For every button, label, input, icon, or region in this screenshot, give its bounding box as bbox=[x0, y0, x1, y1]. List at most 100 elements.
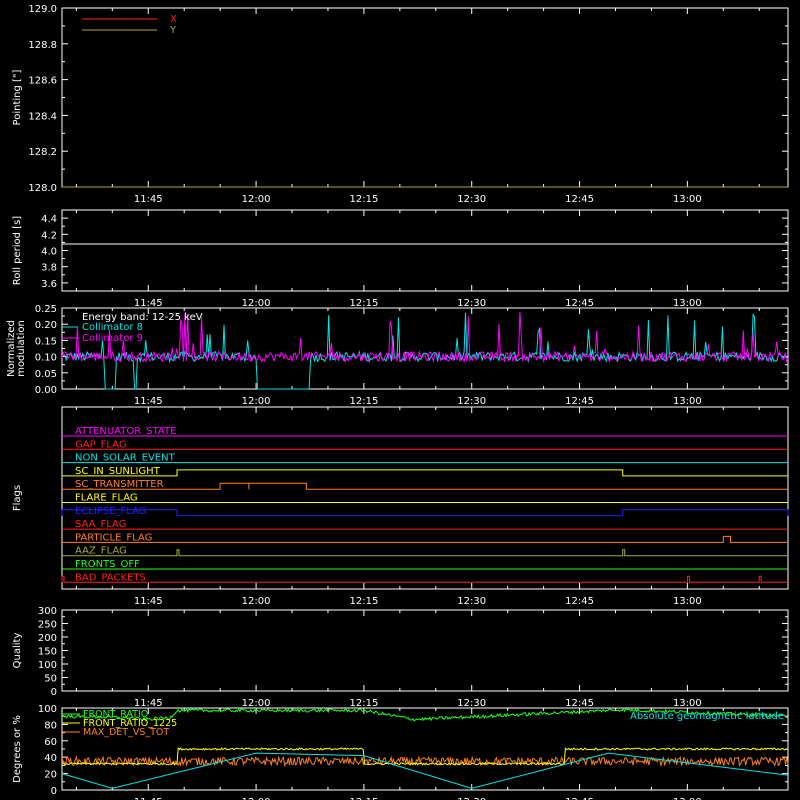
x-tick-label: 12:00 bbox=[242, 298, 271, 309]
flag-label: SAA_FLAG bbox=[75, 519, 126, 530]
flag-line bbox=[61, 575, 788, 583]
y-tick-label: 100 bbox=[38, 704, 57, 715]
x-tick-label: 12:15 bbox=[349, 298, 378, 309]
x-tick-label: 12:30 bbox=[457, 396, 486, 407]
panel-flags: 11:45 12:00 12:15 12:30 12:45 13:00 Flags ATTEN… bbox=[12, 406, 789, 607]
flag-label: FLARE_FLAG bbox=[75, 493, 138, 504]
x-tick-label: 13:00 bbox=[673, 596, 702, 607]
x-tick-label: 12:45 bbox=[565, 298, 594, 309]
y-tick-label: 4.2 bbox=[41, 230, 57, 241]
panel-roll: 11:45 12:00 12:15 12:30 12:45 13:00 3.6 3.8 4.0 4… bbox=[12, 209, 789, 309]
y-axis-label: modulation bbox=[16, 320, 27, 377]
y-tick-label: 50 bbox=[44, 674, 57, 685]
panel-degrees: 11:4512:0012:1512:3012:4513:000204060801… bbox=[12, 704, 789, 800]
legend-label: Collimator 9 bbox=[82, 333, 143, 344]
x-tick-label: 12:15 bbox=[349, 596, 378, 607]
x-tick-label: 11:45 bbox=[134, 698, 163, 709]
y-tick-label: 80 bbox=[44, 720, 57, 731]
series-line-collimator-8 bbox=[61, 312, 789, 390]
flag-label: PARTICLE_FLAG bbox=[75, 532, 152, 543]
flag-label: FRONTS_OFF bbox=[75, 559, 140, 570]
x-tick-label: 12:30 bbox=[457, 596, 486, 607]
flag-line bbox=[62, 469, 788, 477]
y-axis-label: Quality bbox=[12, 633, 23, 669]
x-tick-label: 12:00 bbox=[242, 194, 271, 205]
y-tick-label: 60 bbox=[44, 737, 57, 748]
x-tick-label: 13:00 bbox=[673, 298, 702, 309]
panel-modulation: 11:45 12:00 12:15 12:30 12:45 13:00 0.00 0.05 0.… bbox=[6, 304, 789, 407]
y-tick-label: 0.05 bbox=[35, 369, 57, 380]
panel-frame bbox=[61, 209, 789, 292]
y-tick-label: 0.20 bbox=[35, 320, 57, 331]
x-tick-label: 13:00 bbox=[673, 698, 702, 709]
y-axis-label: Flags bbox=[12, 485, 23, 511]
y-tick-label: 4.0 bbox=[41, 247, 57, 258]
geomagnetic-latitude-label: Absolute geomagnetic latitude bbox=[630, 711, 784, 722]
legend-label: Y bbox=[169, 25, 177, 36]
y-tick-label: 3.6 bbox=[41, 279, 57, 290]
x-tick-label: 12:15 bbox=[349, 698, 378, 709]
flag-line bbox=[62, 482, 788, 490]
y-tick-label: 100 bbox=[38, 660, 57, 671]
flag-line bbox=[61, 509, 789, 517]
legend-label: Collimator 8 bbox=[82, 322, 143, 333]
x-tick-label: 11:45 bbox=[134, 194, 163, 205]
y-tick-label: 0 bbox=[51, 786, 57, 797]
y-tick-label: 200 bbox=[38, 633, 57, 644]
x-tick-label: 12:00 bbox=[242, 698, 271, 709]
y-tick-label: 0 bbox=[51, 687, 57, 698]
y-axis-label: Degrees or % bbox=[12, 715, 23, 783]
x-tick-label: 11:45 bbox=[134, 298, 163, 309]
y-tick-label: 128.8 bbox=[28, 40, 57, 51]
legend-label: X bbox=[170, 14, 177, 25]
flag-label: GAP_FLAG bbox=[75, 439, 127, 450]
x-tick-label: 12:00 bbox=[242, 396, 271, 407]
panel-quality: 11:45 12:00 12:15 12:30 12:45 13:00 0 50 100 150 2… bbox=[12, 606, 789, 709]
flag-label: ATTENUATOR_STATE bbox=[75, 426, 176, 437]
x-tick-label: 12:45 bbox=[565, 194, 594, 205]
x-tick-label: 12:30 bbox=[457, 298, 486, 309]
y-tick-label: 0.15 bbox=[35, 336, 57, 347]
panel-pointing: 11:45 12:00 12:15 12:30 12:45 13:00 128.0 128.2… bbox=[12, 4, 789, 205]
x-tick-label: 12:45 bbox=[565, 698, 594, 709]
y-tick-label: 128.4 bbox=[28, 111, 57, 122]
y-tick-label: 0.25 bbox=[35, 304, 57, 315]
y-tick-label: 40 bbox=[44, 753, 57, 764]
y-axis-label: Roll period [s] bbox=[12, 216, 23, 285]
y-tick-label: 20 bbox=[44, 770, 57, 781]
flag-label: ECLIPSE_FLAG bbox=[75, 506, 146, 517]
x-tick-label: 11:45 bbox=[134, 396, 163, 407]
y-tick-label: 128.6 bbox=[28, 76, 57, 87]
x-tick-label: 12:30 bbox=[457, 194, 486, 205]
x-tick-label: 12:15 bbox=[349, 194, 378, 205]
flag-label: AAZ_FLAG bbox=[75, 546, 127, 557]
x-tick-label: 12:15 bbox=[349, 396, 378, 407]
x-tick-label: 12:45 bbox=[565, 596, 594, 607]
figure: 11:45 12:00 12:15 12:30 12:45 13:00 128.0 128.2… bbox=[6, 4, 789, 800]
flag-line bbox=[62, 549, 788, 557]
y-tick-label: 0.00 bbox=[35, 385, 57, 396]
y-tick-label: 128.2 bbox=[28, 147, 57, 158]
flag-label: NON_SOLAR_EVENT bbox=[75, 453, 176, 464]
x-tick-label: 13:00 bbox=[673, 194, 702, 205]
flag-line bbox=[62, 535, 788, 543]
y-tick-label: 250 bbox=[38, 620, 57, 631]
x-tick-label: 12:45 bbox=[565, 396, 594, 407]
panel-frame bbox=[61, 609, 789, 692]
x-tick-label: 11:45 bbox=[134, 596, 163, 607]
x-tick-label: 13:00 bbox=[673, 396, 702, 407]
x-tick-label: 12:30 bbox=[457, 698, 486, 709]
y-axis-label: Pointing ["] bbox=[12, 69, 23, 125]
x-tick-label: 12:00 bbox=[242, 596, 271, 607]
y-tick-label: 3.8 bbox=[41, 263, 57, 274]
y-tick-label: 300 bbox=[38, 606, 57, 617]
legend-label: MAX_DET_VS_TOT bbox=[83, 727, 169, 738]
flag-label: SC_IN_SUNLIGHT bbox=[75, 466, 161, 477]
y-tick-label: 4.4 bbox=[41, 214, 57, 225]
chart-page: 11:45 12:00 12:15 12:30 12:45 13:00 128.0 128.2… bbox=[0, 0, 800, 800]
y-tick-label: 129.0 bbox=[28, 4, 57, 15]
y-tick-label: 150 bbox=[38, 647, 57, 658]
y-tick-label: 128.0 bbox=[28, 183, 57, 194]
flag-label: BAD_PACKETS bbox=[75, 572, 146, 583]
flag-label: SC_TRANSMITTER bbox=[75, 479, 164, 490]
